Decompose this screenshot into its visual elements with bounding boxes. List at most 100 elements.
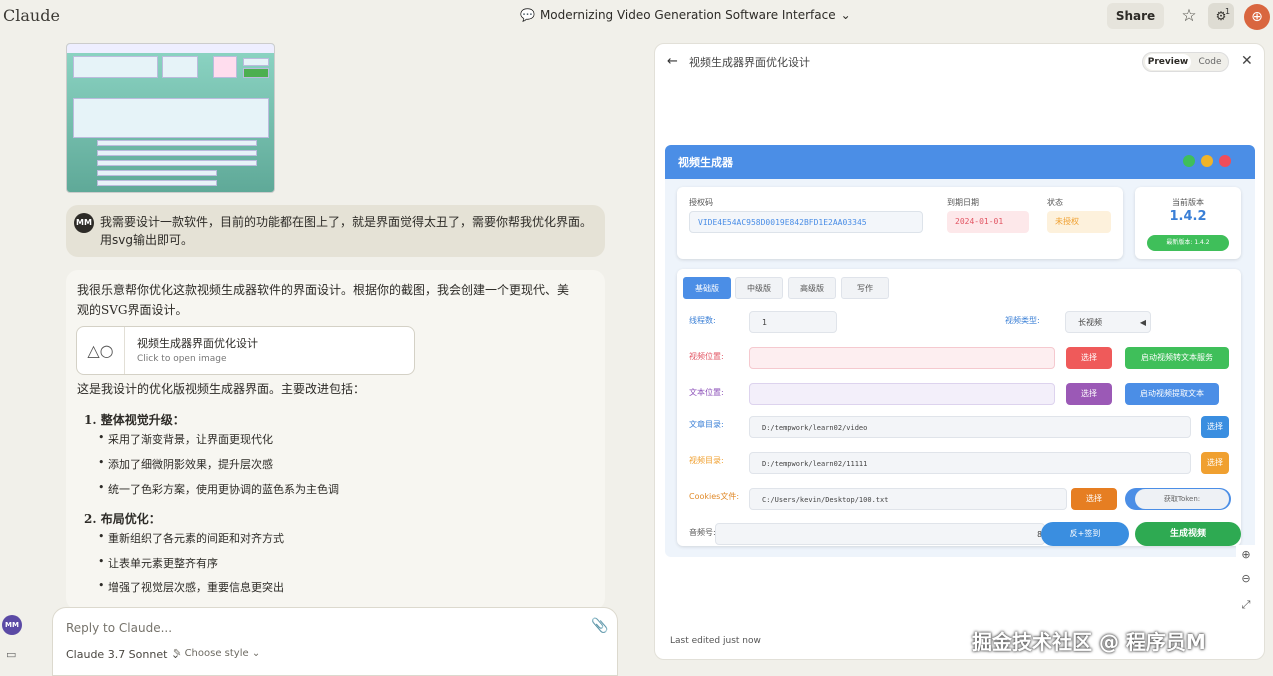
auth-label: 授权码 [689,198,713,207]
expire-value: 2024-01-01 [947,211,1029,233]
text-dir-label: 文章目录: [689,420,724,429]
preview-tab[interactable]: Preview [1145,54,1191,70]
assistant-response: 我很乐意帮你优化这款视频生成器软件的界面设计。根据你的截图，我会创建一个更现代、… [66,270,605,610]
version-card: 当前版本 1.4.2 最新版本: 1.4.2 [1135,187,1241,259]
video-dir-input[interactable]: D:/tempwork/learn02/11111 [749,452,1191,474]
expire-label: 到期日期 [947,198,979,207]
mock-app-header: 视频生成器 [665,145,1255,179]
video-dir-label: 视频目录: [689,456,724,465]
list-item: 增强了视觉层次感，重要信息更突出 [98,579,284,595]
model-selector[interactable]: Claude 3.7 Sonnet ⌄ [66,648,180,661]
list-item: 采用了渐变背景，让界面更现代化 [98,431,273,447]
model-name: Claude 3.7 Sonnet [66,648,168,661]
claude-logo[interactable]: Claude [3,6,60,25]
version-label: 当前版本 [1172,198,1204,207]
star-icon[interactable]: ☆ [1178,5,1200,27]
token-label: 获取Token: [1135,489,1229,509]
green-dot-icon [1183,155,1195,167]
user-avatar[interactable]: ⊕ [1244,4,1270,30]
generate-video-button[interactable]: 生成视频 [1135,522,1241,546]
text-position-label: 文本位置: [689,388,724,397]
list-item: 添加了细微阴影效果，提升层次感 [98,456,273,472]
caret-icon: ◀ [1139,318,1146,327]
response-paragraph: 这是我设计的优化版视频生成器界面。主要改进包括： [77,382,366,396]
audio-input[interactable]: 8 [715,523,1045,545]
video-type-label: 视频类型: [1005,316,1040,325]
tab-advanced[interactable]: 高级版 [788,277,836,299]
text-select-button[interactable]: 选择 [1066,383,1112,405]
text-dir-select-button[interactable]: 选择 [1201,416,1229,438]
watermark: 掘金技术社区 @ 程序员M [972,630,1206,654]
code-tab[interactable]: Code [1193,54,1227,70]
video-position-label: 视频位置: [689,352,724,361]
response-intro: 我很乐意帮你优化这款视频生成器软件的界面设计。根据你的截图，我会创建一个更现代、… [77,283,570,317]
artifact-card[interactable]: △○ 视频生成器界面优化设计 Click to open image [76,326,415,375]
tab-basic[interactable]: 基础版 [683,277,731,299]
token-toggle[interactable]: 获取Token: [1125,488,1231,510]
text-dir-input[interactable]: D:/tempwork/learn02/video [749,416,1191,438]
status-badge: 未授权 [1047,211,1111,233]
section-heading: 1. 整体视觉升级： [84,413,185,427]
user-message: MM 我需要设计一款软件，目前的功能都在图上了，就是界面觉得太丑了，需要你帮我优… [66,205,605,257]
conversation-title-text: Modernizing Video Generation Software In… [539,8,836,22]
thread-label: 线程数: [689,316,716,325]
auth-code-field[interactable]: VIDE4E54AC958D0019E842BFD1E2AA03345 [689,211,923,233]
zoom-out-icon[interactable]: ⊖ [1236,569,1256,589]
artifacts-toggle-button[interactable]: ⚙ 1 [1208,3,1234,29]
thread-input[interactable]: 1 [749,311,837,333]
red-dot-icon [1219,155,1231,167]
cookies-input[interactable]: C:/Users/kevin/Desktop/100.txt [749,488,1067,510]
video-dir-select-button[interactable]: 选择 [1201,452,1229,474]
sidebar-user-avatar[interactable]: MM [2,615,22,635]
uploaded-image-thumbnail[interactable] [66,43,275,193]
video-type-select[interactable]: 长视频 ◀ [1065,311,1151,333]
chat-bubble-icon: 💬 [520,8,535,22]
last-edited-text: Last edited just now [670,636,761,646]
style-label: Choose style [184,648,249,659]
mock-app-window: 视频生成器 授权码 VIDE4E54AC958D0019E842BFD1E2AA… [665,145,1255,557]
back-arrow-icon[interactable]: ← [667,54,678,69]
list-item: 让表单元素更整齐有序 [98,555,218,571]
status-label: 状态 [1047,198,1063,207]
top-bar: Claude 💬 Modernizing Video Generation So… [0,0,1273,34]
chevron-down-icon: ⌄ [840,8,851,22]
checkin-button[interactable]: 反+签到 [1041,522,1129,546]
share-button[interactable]: Share [1107,3,1164,29]
video-select-button[interactable]: 选择 [1066,347,1112,369]
artifact-count-badge: 1 [1225,7,1231,16]
text-position-input[interactable] [749,383,1055,405]
zoom-in-icon[interactable]: ⊕ [1236,545,1256,565]
user-message-text: 我需要设计一款软件，目前的功能都在图上了，就是界面觉得太丑了，需要你帮我优化界面… [100,215,593,247]
mock-app-title: 视频生成器 [678,156,733,169]
start-video-service-button[interactable]: 启动视频转文本服务 [1125,347,1229,369]
tab-writing[interactable]: 写作 [841,277,889,299]
video-position-input[interactable] [749,347,1055,369]
reply-input[interactable]: Reply to Claude... [66,621,172,635]
cookies-label: Cookies文件: [689,492,740,501]
sidebar-toggle-icon[interactable]: ▭ [6,648,16,661]
version-value: 1.4.2 [1169,209,1207,224]
tab-intermediate[interactable]: 中级版 [735,277,783,299]
start-extract-button[interactable]: 启动视频提取文本 [1125,383,1219,405]
cookies-select-button[interactable]: 选择 [1071,488,1117,510]
preview-code-toggle[interactable]: Preview Code [1142,52,1229,72]
user-message-avatar: MM [74,213,94,233]
audio-label: 音频号: [689,528,716,537]
list-item: 统一了色彩方案，使用更协调的蓝色系为主色调 [98,481,339,497]
latest-version-badge[interactable]: 最新版本: 1.4.2 [1147,235,1229,251]
section-heading: 2. 布局优化： [84,512,161,526]
artifact-title: 视频生成器界面优化设计 [137,337,258,350]
yellow-dot-icon [1201,155,1213,167]
shapes-icon: △○ [77,327,125,374]
artifact-panel: ← 视频生成器界面优化设计 Preview Code ✕ 视频生成器 授权码 V… [654,43,1265,660]
style-selector[interactable]: ✎ Choose style ⌄ [173,648,260,659]
fit-screen-icon[interactable]: ⤢ [1236,595,1256,615]
reply-composer[interactable]: Reply to Claude... 📎 Claude 3.7 Sonnet ⌄… [52,607,618,676]
conversation-title[interactable]: 💬 Modernizing Video Generation Software … [520,8,851,22]
artifact-subtitle: Click to open image [137,354,227,364]
close-icon[interactable]: ✕ [1241,53,1253,69]
style-icon: ✎ [173,648,182,659]
paperclip-icon[interactable]: 📎 [591,618,608,634]
video-type-value: 长视频 [1078,318,1102,327]
list-item: 重新组织了各元素的间距和对齐方式 [98,530,284,546]
